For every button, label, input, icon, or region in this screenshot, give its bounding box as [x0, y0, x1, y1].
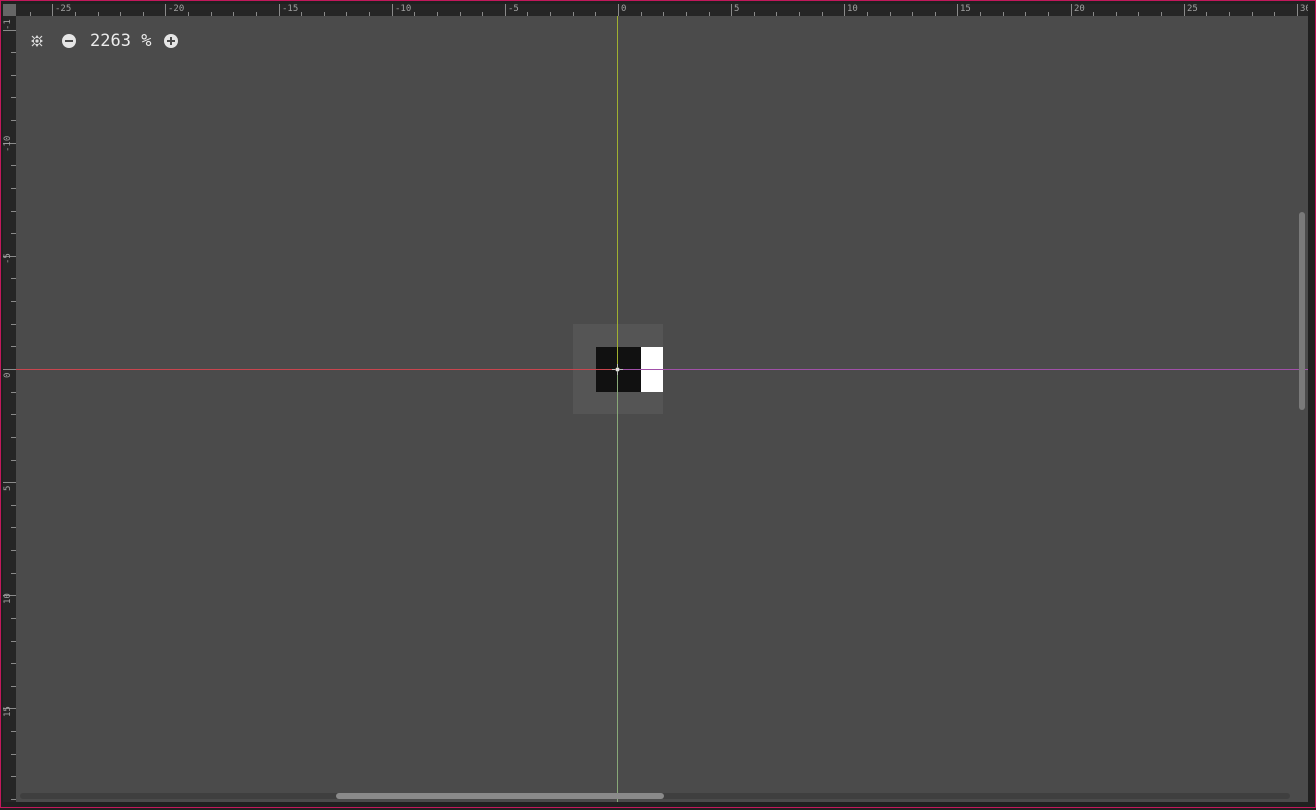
vertical-scrollbar-thumb[interactable] [1299, 212, 1305, 410]
vertical-ruler: -1 -10 -5 0 5 10 15 [3, 16, 16, 802]
zoom-level-label: 2263 % [90, 31, 151, 51]
ruler-label: 20 [1074, 4, 1085, 14]
y-axis-positive-line [617, 369, 618, 802]
zoom-out-button[interactable] [58, 30, 80, 52]
x-axis-positive-line [618, 369, 1308, 370]
zoom-toolbar: 2263 % [26, 30, 182, 52]
center-view-button[interactable] [26, 30, 48, 52]
ruler-label: 10 [847, 4, 858, 14]
ruler-label: 0 [3, 372, 13, 378]
ruler-label: 25 [1187, 4, 1198, 14]
ruler-label: -10 [3, 135, 13, 152]
horizontal-scrollbar[interactable] [20, 793, 1290, 799]
center-view-icon [31, 35, 43, 47]
ruler-label: 30 [1300, 4, 1308, 14]
horizontal-scrollbar-thumb[interactable] [336, 793, 664, 799]
ruler-label: -5 [508, 4, 519, 14]
ruler-label: 15 [3, 706, 13, 717]
x-axis-negative-line [16, 369, 618, 370]
ruler-label: -5 [3, 253, 13, 264]
ruler-major-tick [3, 30, 16, 31]
ruler-label: -15 [282, 4, 299, 14]
ruler-label: 0 [621, 4, 627, 14]
origin-crosshair-icon [612, 364, 623, 375]
ruler-label: 15 [960, 4, 971, 14]
y-axis-negative-line [617, 16, 618, 369]
vertical-scrollbar[interactable] [1299, 16, 1305, 792]
ruler-label: 5 [3, 485, 13, 491]
zoom-in-button[interactable] [160, 30, 182, 52]
zoom-unit: % [141, 31, 152, 51]
ruler-label: -25 [55, 4, 72, 14]
zoom-in-icon [164, 34, 179, 48]
ruler-label: 10 [3, 593, 13, 604]
texture-viewport[interactable]: 2263 % [16, 16, 1308, 802]
zoom-value: 2263 [90, 31, 131, 51]
ruler-major-tick [3, 482, 16, 483]
ruler-label: -20 [168, 4, 185, 14]
ruler-label: 5 [734, 4, 740, 14]
ruler-label: -1 [3, 19, 13, 30]
ruler-major-tick [3, 369, 16, 370]
ruler-corner [3, 4, 16, 16]
ruler-label: -10 [395, 4, 412, 14]
zoom-out-icon [62, 34, 76, 48]
